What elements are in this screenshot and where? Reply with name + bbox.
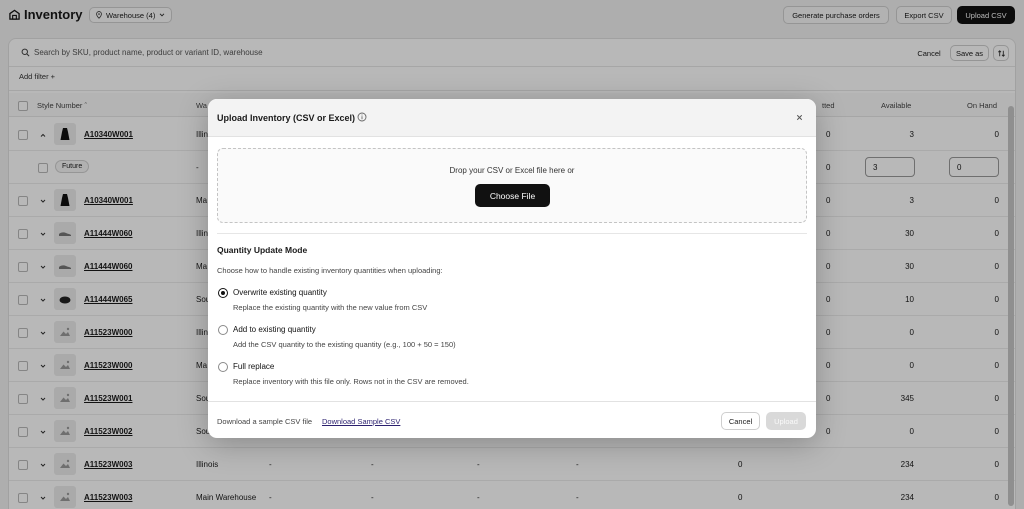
- radio-add[interactable]: [218, 325, 228, 335]
- modal-cancel-button[interactable]: Cancel: [721, 412, 760, 430]
- section-divider: [217, 233, 807, 234]
- download-sample-csv-link[interactable]: Download Sample CSV: [322, 417, 400, 426]
- option-add-desc: Add the CSV quantity to the existing qua…: [233, 340, 456, 349]
- sample-csv-text: Download a sample CSV file: [217, 417, 313, 426]
- modal-header: Upload Inventory (CSV or Excel): [208, 99, 816, 137]
- option-add-label[interactable]: Add to existing quantity: [233, 325, 316, 334]
- option-full-replace-desc: Replace inventory with this file only. R…: [233, 377, 469, 386]
- close-icon[interactable]: [795, 113, 804, 122]
- quantity-mode-subtitle: Choose how to handle existing inventory …: [217, 266, 443, 275]
- option-overwrite-desc: Replace the existing quantity with the n…: [233, 303, 428, 312]
- radio-overwrite[interactable]: [218, 288, 228, 298]
- option-overwrite-label[interactable]: Overwrite existing quantity: [233, 288, 327, 297]
- modal-title: Upload Inventory (CSV or Excel): [217, 113, 356, 123]
- option-full-replace-label[interactable]: Full replace: [233, 362, 274, 371]
- radio-full-replace[interactable]: [218, 362, 228, 372]
- quantity-mode-title: Quantity Update Mode: [217, 245, 308, 255]
- modal-footer: Download a sample CSV file Download Samp…: [208, 401, 816, 438]
- drop-zone-text: Drop your CSV or Excel file here or: [449, 166, 575, 175]
- modal-upload-button[interactable]: Upload: [766, 412, 806, 430]
- choose-file-button[interactable]: Choose File: [475, 184, 550, 207]
- info-icon[interactable]: [357, 112, 367, 122]
- file-drop-zone[interactable]: Drop your CSV or Excel file here or Choo…: [217, 148, 807, 223]
- upload-inventory-modal: Upload Inventory (CSV or Excel) Drop you…: [208, 99, 816, 438]
